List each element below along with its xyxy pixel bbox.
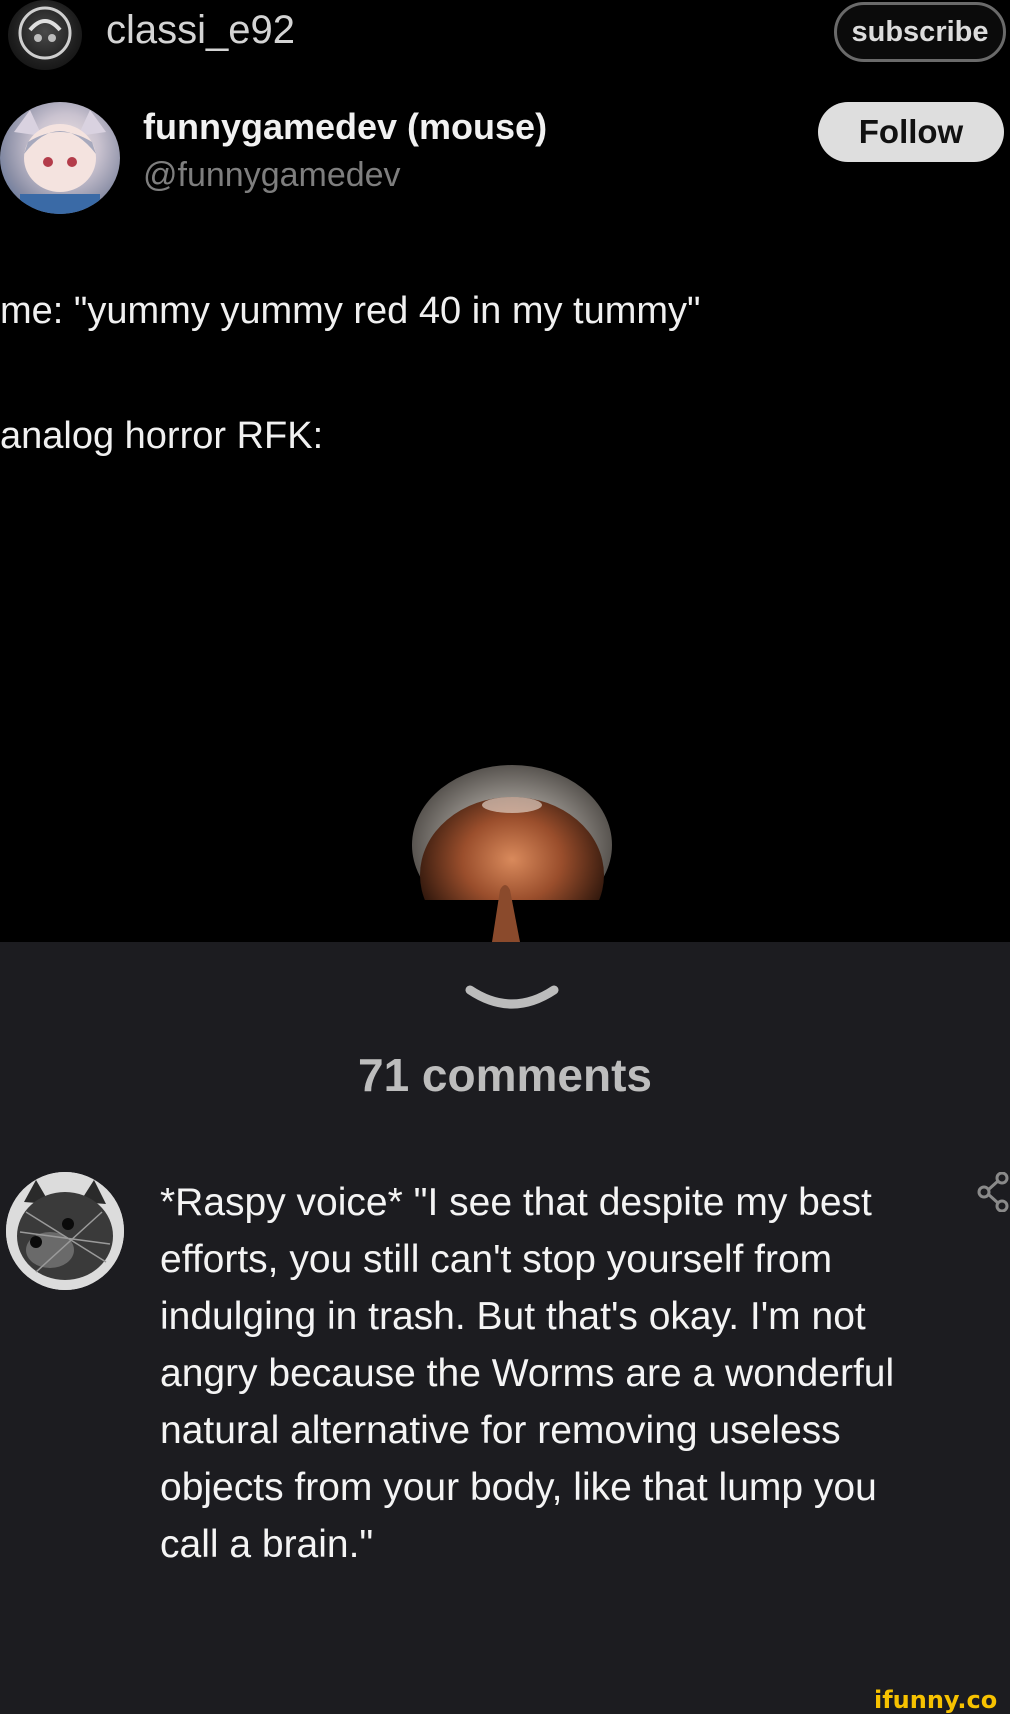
chevron-down-icon[interactable] bbox=[462, 980, 562, 1014]
tweet-author-avatar bbox=[0, 102, 120, 214]
tweet-text-line-2: analog horror RFK: bbox=[0, 415, 324, 457]
dark-face-image bbox=[0, 600, 1010, 942]
comment-text: *Raspy voice* "I see that despite my bes… bbox=[160, 1181, 895, 1566]
tweet-text-line-1: me: "yummy yummy red 40 in my tummy" bbox=[0, 290, 701, 332]
comments-section: 71 comments *Raspy voice* "I see that de… bbox=[0, 942, 1010, 1714]
follow-button: Follow bbox=[818, 102, 1004, 162]
ifunny-watermark: ifunny.co bbox=[874, 1686, 998, 1714]
tweet-handle: @funnygamedev bbox=[143, 156, 401, 194]
op-username[interactable]: classi_e92 bbox=[106, 8, 295, 53]
top-bar: classi_e92 subscribe bbox=[0, 0, 1010, 70]
op-avatar[interactable] bbox=[8, 0, 82, 70]
comments-count: 71 comments bbox=[357, 1049, 652, 1101]
subscribe-button[interactable]: subscribe bbox=[834, 2, 1006, 62]
tweet-display-name: funnygamedev (mouse) bbox=[143, 106, 548, 147]
share-icon[interactable] bbox=[976, 1172, 1010, 1212]
tweet-card: funnygamedev (mouse) @funnygamedev Follo… bbox=[0, 70, 1010, 942]
commenter-avatar[interactable] bbox=[6, 1172, 124, 1290]
